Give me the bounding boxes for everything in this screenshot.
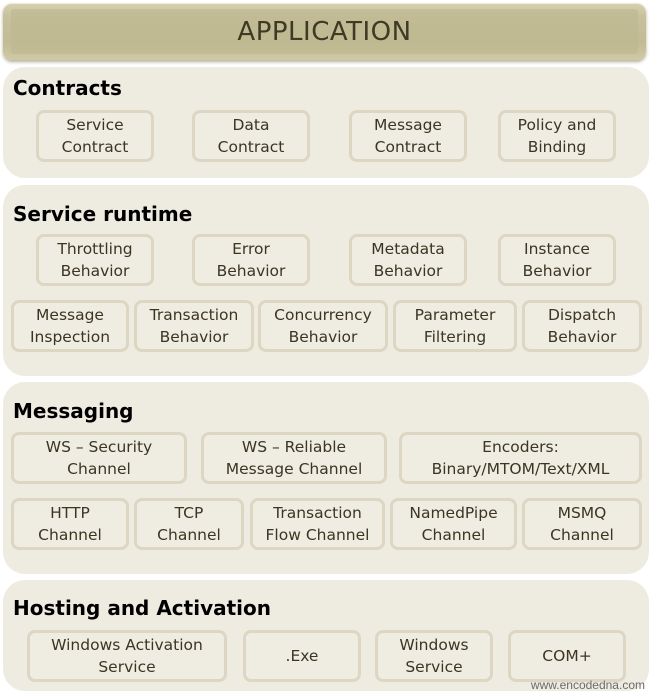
component-exe: .Exe — [243, 630, 361, 682]
component-transaction-flow-channel: Transaction Flow Channel — [250, 498, 385, 550]
component-tcp-channel: TCP Channel — [134, 498, 244, 550]
layer-contracts: Contracts Service Contract Data Contract… — [3, 67, 649, 178]
component-label: Concurrency Behavior — [274, 306, 372, 346]
component-label: Windows Service — [399, 636, 469, 676]
component-transaction-behavior: Transaction Behavior — [134, 300, 254, 352]
watermark: www.encodedna.com — [530, 678, 645, 692]
component-encoders: Encoders: Binary/MTOM/Text/XML — [399, 432, 642, 484]
component-label: NamedPipe Channel — [409, 504, 498, 544]
component-label: Data Contract — [217, 116, 285, 156]
component-service-contract: Service Contract — [36, 110, 154, 162]
component-label: .Exe — [285, 647, 319, 665]
component-metadata-behavior: Metadata Behavior — [349, 234, 467, 286]
component-data-contract: Data Contract — [192, 110, 310, 162]
component-dispatch-behavior: Dispatch Behavior — [522, 300, 642, 352]
component-label: Encoders: Binary/MTOM/Text/XML — [431, 438, 610, 478]
component-com-plus: COM+ — [508, 630, 626, 682]
component-label: MSMQ Channel — [550, 504, 614, 544]
layer-hosting-activation: Hosting and Activation Windows Activatio… — [3, 580, 649, 691]
component-label: Dispatch Behavior — [547, 306, 617, 346]
component-label: Message Contract — [374, 116, 442, 156]
component-label: WS – Reliable Message Channel — [225, 438, 363, 478]
component-parameter-filtering: Parameter Filtering — [393, 300, 517, 352]
component-windows-service: Windows Service — [375, 630, 493, 682]
component-namedpipe-channel: NamedPipe Channel — [390, 498, 517, 550]
component-label: COM+ — [542, 647, 592, 665]
component-ws-reliable-message-channel: WS – Reliable Message Channel — [201, 432, 387, 484]
component-error-behavior: Error Behavior — [192, 234, 310, 286]
component-label: Metadata Behavior — [371, 240, 445, 280]
layer-messaging: Messaging WS – Security Channel WS – Rel… — [3, 382, 649, 574]
component-label: Throttling Behavior — [57, 240, 133, 280]
component-label: Transaction Behavior — [149, 306, 239, 346]
layer-service-runtime: Service runtime Throttling Behavior Erro… — [3, 185, 649, 376]
component-label: Message Inspection — [29, 306, 111, 346]
component-label: HTTP Channel — [38, 504, 102, 544]
component-label: Error Behavior — [216, 240, 286, 280]
component-ws-security-channel: WS – Security Channel — [11, 432, 187, 484]
component-throttling-behavior: Throttling Behavior — [36, 234, 154, 286]
component-msmq-channel: MSMQ Channel — [522, 498, 642, 550]
component-label: Windows Activation Service — [51, 636, 203, 676]
application-header: APPLICATION — [3, 3, 646, 60]
component-label: Policy and Binding — [517, 116, 597, 156]
component-message-inspection: Message Inspection — [11, 300, 129, 352]
component-label: Transaction Flow Channel — [265, 504, 370, 544]
component-concurrency-behavior: Concurrency Behavior — [258, 300, 388, 352]
layer-title: Hosting and Activation — [13, 596, 272, 620]
layer-title: Contracts — [13, 76, 122, 100]
component-instance-behavior: Instance Behavior — [498, 234, 616, 286]
component-label: WS – Security Channel — [45, 438, 153, 478]
component-label: TCP Channel — [157, 504, 221, 544]
component-label: Instance Behavior — [522, 240, 592, 280]
application-title: APPLICATION — [237, 16, 412, 47]
layer-title: Messaging — [13, 399, 134, 423]
layer-title: Service runtime — [13, 202, 193, 226]
component-windows-activation-service: Windows Activation Service — [27, 630, 227, 682]
component-label: Parameter Filtering — [414, 306, 496, 346]
component-policy-binding: Policy and Binding — [498, 110, 616, 162]
component-message-contract: Message Contract — [349, 110, 467, 162]
component-label: Service Contract — [61, 116, 129, 156]
component-http-channel: HTTP Channel — [11, 498, 129, 550]
